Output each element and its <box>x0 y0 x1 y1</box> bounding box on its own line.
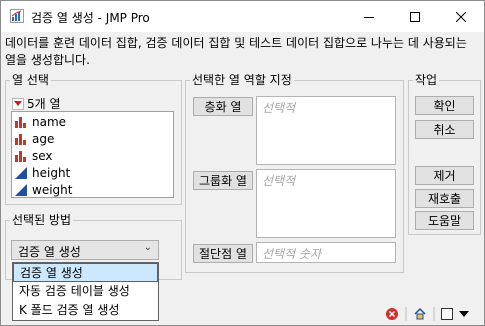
method-dropdown-list[interactable]: 검증 열 생성 자동 검증 테이블 생성 K 폴드 검증 열 생성 <box>12 262 159 321</box>
group-column-button[interactable]: 그룹화 열 <box>193 171 253 190</box>
column-count-menu[interactable]: 5개 열 <box>12 95 61 112</box>
column-name: name <box>32 114 67 129</box>
list-item[interactable]: height <box>15 164 70 181</box>
list-item[interactable]: weight <box>15 181 72 198</box>
title-bar[interactable]: 검증 열 생성 - JMP Pro <box>1 1 484 32</box>
group-placeholder: 선택적 <box>262 174 296 188</box>
minimize-icon <box>364 16 374 18</box>
jmp-app-icon <box>10 9 24 26</box>
column-name: weight <box>32 182 73 197</box>
window-list-icon[interactable] <box>441 308 453 320</box>
list-item[interactable]: age <box>15 130 54 147</box>
red-triangle-menu-icon[interactable] <box>12 97 24 110</box>
column-name: age <box>32 131 55 146</box>
dropdown-option[interactable]: 자동 검증 테이블 생성 <box>13 282 158 301</box>
dialog-description: 데이터를 훈련 데이터 집합, 검증 데이터 집합 및 테스트 데이터 집합으로… <box>5 36 467 67</box>
column-select-legend: 열 선택 <box>10 73 51 87</box>
list-item[interactable]: name <box>15 113 66 130</box>
cutpoint-placeholder: 선택적 숫자 <box>262 247 322 261</box>
roles-legend: 선택한 열 역할 지정 <box>190 73 294 87</box>
group-drop-zone[interactable]: 선택적 <box>256 169 396 238</box>
status-divider <box>405 307 407 321</box>
dialog-window: 검증 열 생성 - JMP Pro 데이터를 훈련 데이터 집합, 검증 데이터… <box>0 0 485 326</box>
maximize-icon <box>410 11 420 22</box>
method-legend: 선택된 방법 <box>10 213 74 227</box>
home-icon[interactable] <box>413 307 427 321</box>
continuous-ramp-icon <box>15 166 27 179</box>
actions-legend: 작업 <box>413 73 440 87</box>
close-button[interactable] <box>438 1 484 32</box>
cancel-button[interactable]: 취소 <box>415 120 474 139</box>
error-icon[interactable] <box>385 307 399 321</box>
column-count-label: 5개 열 <box>27 97 61 111</box>
remove-button[interactable]: 제거 <box>415 166 474 185</box>
column-name: sex <box>32 148 53 163</box>
stratify-placeholder: 선택적 <box>262 101 296 115</box>
window-title: 검증 열 생성 - JMP Pro <box>31 11 150 25</box>
status-bar <box>377 303 485 325</box>
continuous-ramp-icon <box>15 183 27 196</box>
method-dropdown[interactable]: 검증 열 생성 ⌄ <box>11 240 159 260</box>
help-button[interactable]: 도움말 <box>415 211 474 230</box>
cutpoint-column-button[interactable]: 절단점 열 <box>193 244 253 263</box>
minimize-button[interactable] <box>346 1 392 32</box>
nominal-bar-icon <box>15 133 26 145</box>
close-icon <box>456 11 466 22</box>
column-listbox[interactable]: name age sex height weight <box>11 111 174 198</box>
column-name: height <box>32 165 71 180</box>
stratify-column-button[interactable]: 층화 열 <box>193 97 253 116</box>
ok-button[interactable]: 확인 <box>415 96 474 115</box>
maximize-button[interactable] <box>392 1 438 32</box>
nominal-bar-icon <box>15 116 26 128</box>
dropdown-option[interactable]: K 폴드 검증 열 생성 <box>13 301 158 320</box>
method-selected-value: 검증 열 생성 <box>18 245 81 259</box>
caret-down-icon[interactable] <box>459 310 469 318</box>
nominal-bar-icon <box>15 150 26 162</box>
chevron-down-icon: ⌄ <box>143 242 152 253</box>
stratify-drop-zone[interactable]: 선택적 <box>256 96 396 165</box>
list-item[interactable]: sex <box>15 147 53 164</box>
cutpoint-drop-zone[interactable]: 선택적 숫자 <box>256 242 396 263</box>
status-divider <box>433 307 435 321</box>
dropdown-option[interactable]: 검증 열 생성 <box>13 263 158 282</box>
recall-button[interactable]: 재호출 <box>415 189 474 208</box>
